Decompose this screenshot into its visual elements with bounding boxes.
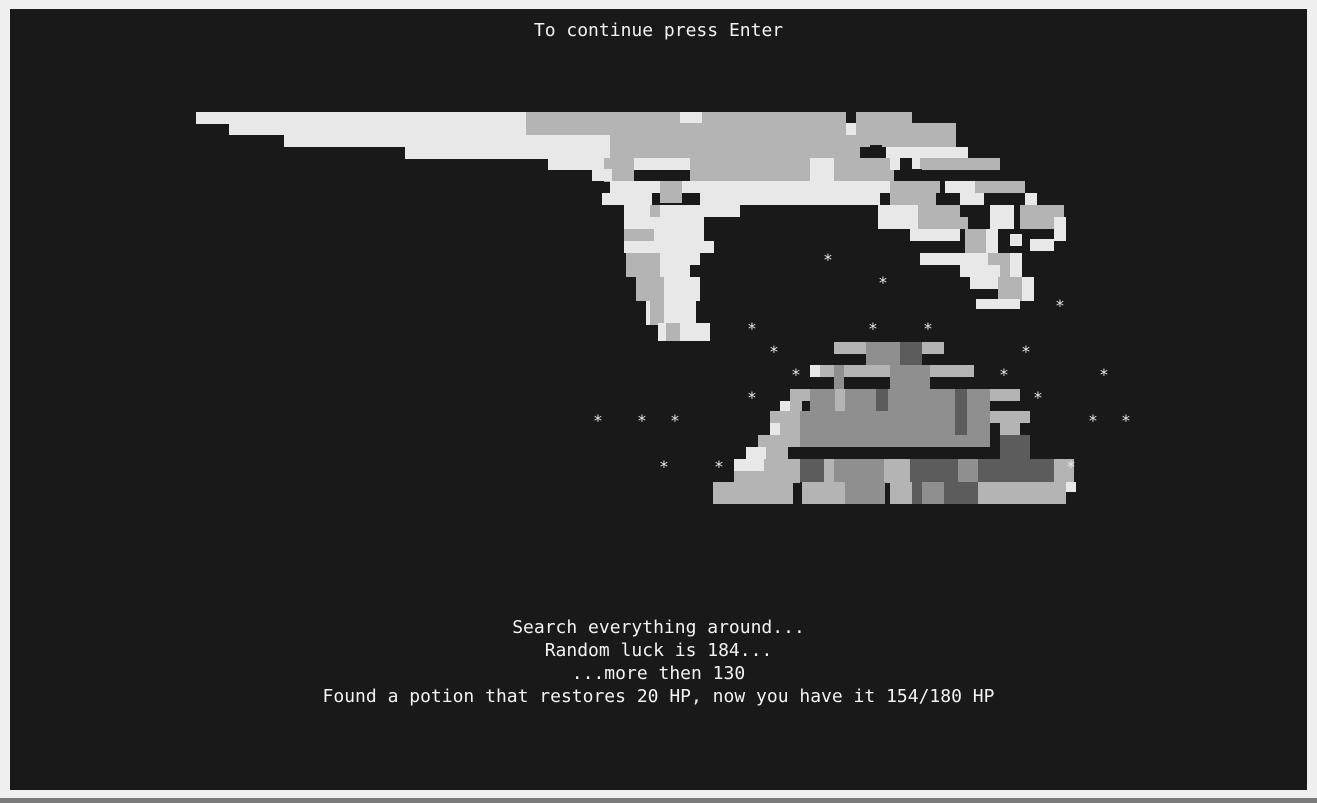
sparkle-star: * [1033, 388, 1043, 407]
potion-message: Found a potion that restores 20 HP, now … [322, 686, 995, 707]
sparkle-star: * [747, 388, 757, 407]
sparkle-star: * [1021, 342, 1031, 361]
sparkle-star: * [659, 457, 669, 476]
hand-art [196, 112, 1066, 341]
sparkle-star: * [670, 411, 680, 430]
rock-art [713, 342, 1076, 504]
sparkle-star: * [637, 411, 647, 430]
sparkle-star: * [999, 365, 1009, 384]
sparkle-star: * [769, 342, 779, 361]
message-log: Search everything around... Random luck … [10, 616, 1307, 708]
sparkle-star: * [593, 411, 603, 430]
sparkle-star: * [1055, 296, 1065, 315]
sparkle-star: * [791, 365, 801, 384]
threshold-message: ...more then 130 [571, 663, 746, 684]
luck-message: Random luck is 184... [544, 640, 773, 661]
sparkle-star: * [1088, 411, 1098, 430]
sparkle-star: * [747, 319, 757, 338]
sparkle-star: * [714, 457, 724, 476]
sparkle-star: * [1066, 457, 1076, 476]
window-bottom-border [0, 798, 1317, 803]
sparkle-star: * [1099, 365, 1109, 384]
sparkle-star: * [923, 319, 933, 338]
sparkle-star: * [1121, 411, 1131, 430]
sparkle-star: * [878, 273, 888, 292]
sparkle-star: * [868, 319, 878, 338]
game-console[interactable]: To continue press Enter * * * * * * * * * * * * * * * *… [10, 9, 1307, 790]
sparkle-star: * [823, 250, 833, 269]
search-message: Search everything around... [512, 617, 805, 638]
